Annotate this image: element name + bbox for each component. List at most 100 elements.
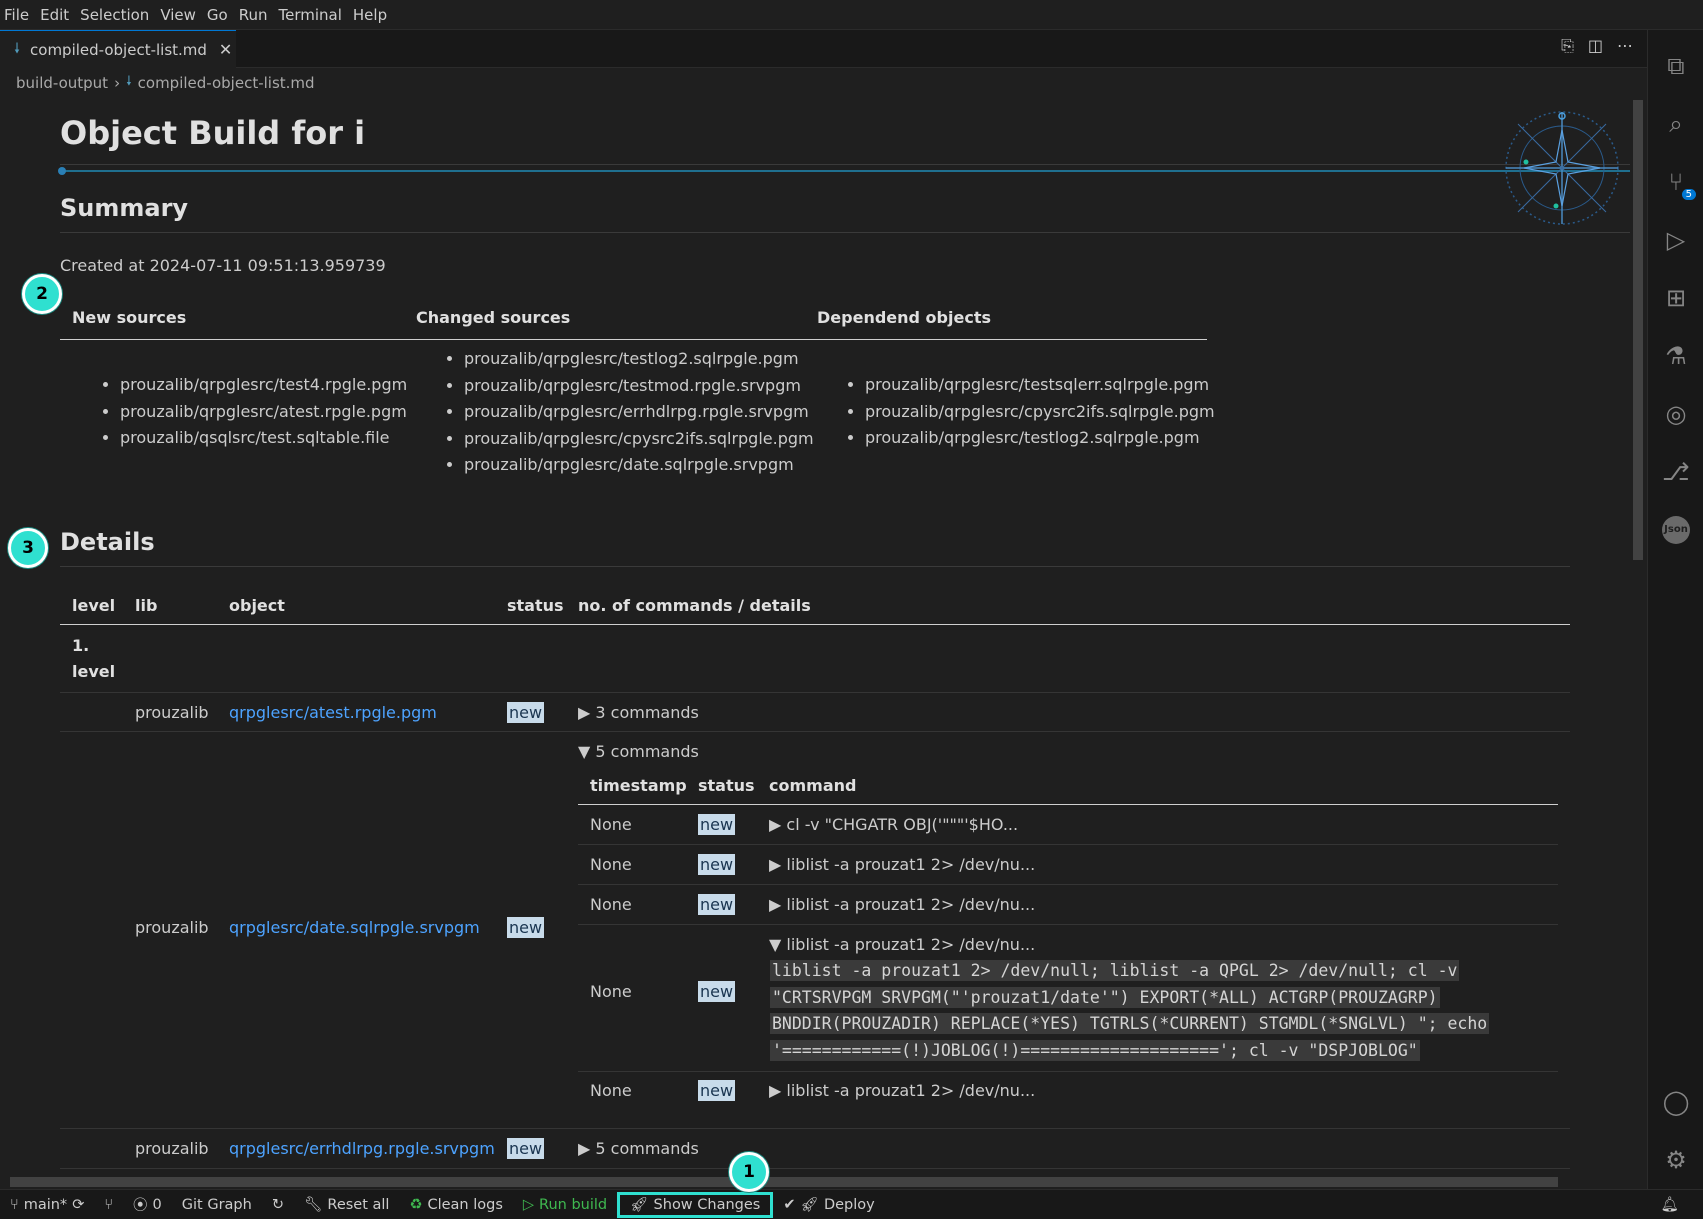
search-icon[interactable]: ⌕ — [1648, 104, 1703, 144]
menu-help[interactable]: Help — [349, 6, 394, 24]
branch-status[interactable]: ⑂ main* ⟳ — [0, 1192, 94, 1218]
git-publish-status[interactable]: ⑂ — [94, 1192, 123, 1218]
command-toggle[interactable]: ▼ liblist -a prouzat1 2> /dev/nu... — [769, 935, 1035, 954]
row-lib: prouzalib — [135, 1139, 209, 1158]
git-graph-icon[interactable]: ⎇ — [1648, 452, 1703, 492]
gear-icon[interactable]: ⚙ — [1648, 1140, 1703, 1180]
object-link[interactable]: qrpglesrc/date.sqlrpgle.srvpgm — [229, 918, 480, 937]
remote-explorer-icon[interactable]: ◎ — [1648, 394, 1703, 434]
git-graph-button[interactable]: Git Graph — [172, 1192, 262, 1218]
row-divider — [60, 692, 1570, 693]
list-item: prouzalib/qrpglesrc/date.sqlrpgle.srvpgm — [464, 452, 814, 479]
vertical-scrollbar[interactable] — [1633, 100, 1643, 560]
row-divider — [578, 924, 1558, 925]
menu-file[interactable]: File — [0, 6, 36, 24]
row-lib: prouzalib — [135, 703, 209, 722]
commands-toggle[interactable]: ▼ 5 commands — [578, 742, 699, 761]
new-sources-list: prouzalib/qrpglesrc/test4.rpgle.pgm prou… — [100, 372, 407, 452]
account-icon[interactable]: ◯ — [1648, 1082, 1703, 1122]
object-link[interactable]: qrpglesrc/errhdlrpg.rpgle.srvpgm — [229, 1139, 495, 1158]
level-label: 1. level — [72, 636, 116, 681]
row-divider — [60, 1168, 1570, 1169]
object-link[interactable]: qrpglesrc/atest.rpgle.pgm — [229, 703, 437, 722]
breadcrumb: build-output › 🠗 compiled-object-list.md — [16, 70, 315, 96]
page-title: Object Build for i — [60, 114, 366, 152]
antenna-icon: ⦿ — [133, 1198, 148, 1214]
summary-table-divider — [60, 339, 1207, 340]
ports-status[interactable]: ⦿ 0 — [123, 1192, 172, 1218]
col-object: object — [229, 596, 285, 615]
refresh-button[interactable]: ↻ — [262, 1192, 294, 1218]
tab-label: compiled-object-list.md — [30, 40, 207, 59]
list-item: prouzalib/qrpglesrc/testlog2.sqlrpgle.pg… — [865, 425, 1215, 452]
menu-selection[interactable]: Selection — [76, 6, 156, 24]
changed-sources-list: prouzalib/qrpglesrc/testlog2.sqlrpgle.pg… — [444, 346, 814, 479]
new-sources-header: New sources — [72, 308, 187, 327]
status-badge: new — [507, 1138, 545, 1159]
breadcrumb-file[interactable]: compiled-object-list.md — [138, 74, 315, 92]
title-divider — [60, 164, 1630, 165]
markdown-file-icon: 🠗 — [14, 40, 21, 57]
list-item: prouzalib/qrpglesrc/testmod.rpgle.srvpgm — [464, 373, 814, 400]
summary-heading: Summary — [60, 194, 189, 222]
status-badge: new — [507, 702, 545, 723]
menu-terminal[interactable]: Terminal — [275, 6, 349, 24]
sync-icon: ⟳ — [72, 1196, 85, 1213]
list-item: prouzalib/qrpglesrc/test4.rpgle.pgm — [120, 372, 407, 399]
status-badge: new — [698, 814, 736, 835]
menu-edit[interactable]: Edit — [36, 6, 76, 24]
status-badge: new — [698, 981, 736, 1002]
clean-logs-button[interactable]: ♻ Clean logs — [399, 1192, 512, 1218]
source-control-icon[interactable]: ⑂ 5 — [1648, 162, 1703, 202]
menu-view[interactable]: View — [156, 6, 203, 24]
command-toggle[interactable]: ▶ liblist -a prouzat1 2> /dev/nu... — [769, 895, 1035, 914]
tab-bar: 🠗 compiled-object-list.md ✕ ⎘ ◫ ⋯ — [0, 30, 1647, 68]
menu-go[interactable]: Go — [203, 6, 235, 24]
compass-logo-icon — [1505, 111, 1619, 225]
status-badge: new — [698, 854, 736, 875]
close-icon[interactable]: ✕ — [219, 40, 232, 59]
explorer-icon[interactable]: ⧉ — [1648, 46, 1703, 86]
show-changes-button[interactable]: 🚀︎ Show Changes — [617, 1191, 774, 1218]
source-control-badge: 5 — [1681, 189, 1696, 200]
tab-compiled-object-list[interactable]: 🠗 compiled-object-list.md ✕ — [0, 30, 236, 68]
sub-timestamp: None — [590, 1081, 632, 1100]
menu-run[interactable]: Run — [235, 6, 275, 24]
reset-all-button[interactable]: 🔧︎ Reset all — [294, 1192, 399, 1218]
commands-toggle[interactable]: ▶ 3 commands — [578, 703, 699, 722]
list-item: prouzalib/qrpglesrc/testsqlerr.sqlrpgle.… — [865, 372, 1215, 399]
breadcrumb-folder[interactable]: build-output — [16, 74, 108, 92]
notifications-bell-icon[interactable]: 🔔︎ — [1651, 1192, 1689, 1218]
marker-2: 2 — [22, 274, 62, 314]
row-divider — [578, 1071, 1558, 1072]
list-item: prouzalib/qrpglesrc/cpysrc2ifs.sqlrpgle.… — [865, 399, 1215, 426]
run-build-button[interactable]: ▷ Run build — [513, 1192, 617, 1218]
commands-toggle[interactable]: ▶ 5 commands — [578, 1139, 699, 1158]
menu-bar: File Edit Selection View Go Run Terminal… — [0, 0, 1703, 30]
dependend-objects-header: Dependend objects — [817, 308, 991, 327]
col-lib: lib — [135, 596, 158, 615]
command-toggle[interactable]: ▶ cl -v "CHGATR OBJ('"""'$HO... — [769, 815, 1018, 834]
status-badge: new — [698, 894, 736, 915]
testing-icon[interactable]: ⚗ — [1648, 336, 1703, 376]
run-debug-icon[interactable]: ▷ — [1648, 220, 1703, 260]
deploy-button[interactable]: ✔ 🚀︎ Deploy — [773, 1192, 884, 1218]
command-toggle[interactable]: ▶ liblist -a prouzat1 2> /dev/nu... — [769, 1081, 1035, 1100]
expanded-command-code: liblist -a prouzat1 2> /dev/null; liblis… — [770, 960, 1490, 1061]
extensions-icon[interactable]: ⊞ — [1648, 278, 1703, 318]
status-badge: new — [507, 917, 545, 938]
open-changes-icon[interactable]: ⎘ — [1561, 36, 1574, 56]
changed-sources-header: Changed sources — [416, 308, 571, 327]
row-divider — [578, 844, 1558, 845]
command-toggle[interactable]: ▶ liblist -a prouzat1 2> /dev/nu... — [769, 855, 1035, 874]
col-details: no. of commands / details — [578, 596, 811, 615]
row-divider — [60, 731, 1570, 732]
horizontal-scrollbar[interactable] — [10, 1177, 1558, 1187]
more-actions-icon[interactable]: ⋯ — [1617, 36, 1633, 56]
split-editor-icon[interactable]: ◫ — [1588, 36, 1603, 56]
summary-divider — [60, 232, 1630, 233]
json-icon[interactable]: Json — [1648, 510, 1703, 550]
status-bar: ⑂ main* ⟳ ⑂ ⦿ 0 Git Graph ↻ 🔧︎ Reset all… — [0, 1189, 1703, 1219]
list-item: prouzalib/qrpglesrc/atest.rpgle.pgm — [120, 399, 407, 426]
row-divider — [578, 884, 1558, 885]
